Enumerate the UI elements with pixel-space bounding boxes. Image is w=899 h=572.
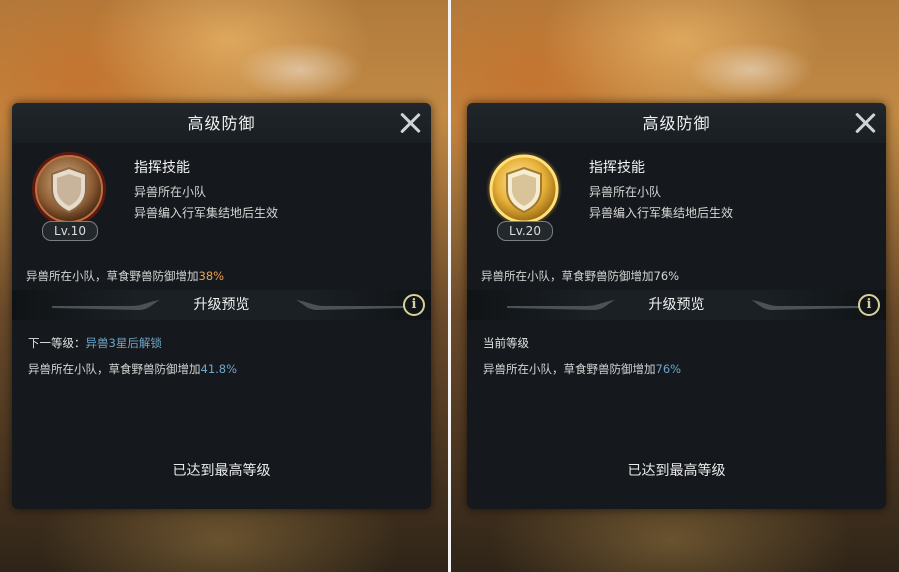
max-level-text: 已达到最高等级 — [627, 463, 726, 479]
current-level-effect: 异兽所在小队，草食野兽防御增加76% — [483, 361, 681, 377]
dialog-header: 高级防御 — [12, 103, 431, 143]
effect-value: 38% — [198, 269, 225, 283]
next-level-label: 下一等级： — [28, 336, 86, 350]
skill-dialog: 高级防御 Lv.20 指挥技能 异兽所在小队 异兽编入行军集结地后生效 异兽所在… — [467, 103, 886, 509]
skill-badge: Lv.20 — [483, 151, 565, 243]
current-effect-text: 异兽所在小队，草食野兽防御增加 — [483, 362, 656, 376]
current-effect: 异兽所在小队，草食野兽防御增加38% — [26, 268, 224, 284]
level-badge: Lv.10 — [42, 221, 98, 241]
skill-scope: 异兽所在小队 — [589, 185, 662, 199]
upgrade-preview-header: 升级预览 i — [467, 290, 886, 320]
skill-badge: Lv.10 — [28, 151, 110, 243]
next-effect-value: 41.8% — [200, 362, 238, 376]
close-icon[interactable] — [852, 110, 878, 136]
next-level-line: 下一等级：异兽3星后解锁 — [28, 335, 162, 351]
shield-icon — [32, 152, 106, 226]
effect-text: 异兽所在小队，草食野兽防御增加 — [481, 269, 654, 283]
current-effect: 异兽所在小队，草食野兽防御增加76% — [481, 268, 679, 284]
dialog-header: 高级防御 — [467, 103, 886, 143]
wing-ornament-right — [296, 300, 404, 310]
upgrade-preview-header: 升级预览 i — [12, 290, 431, 320]
unlock-condition: 异兽3星后解锁 — [85, 336, 162, 350]
skill-scope: 异兽所在小队 — [134, 185, 207, 199]
left-screenshot: 高级防御 Lv.10 指挥技能 异兽所在小队 异兽编入行军集结地后生效 异兽所在… — [0, 0, 448, 572]
dialog-title: 高级防御 — [642, 114, 711, 133]
skill-condition: 异兽编入行军集结地后生效 — [134, 206, 279, 220]
right-screenshot: 高级防御 Lv.20 指挥技能 异兽所在小队 异兽编入行军集结地后生效 异兽所在… — [451, 0, 899, 572]
info-icon[interactable]: i — [858, 294, 880, 316]
next-level-effect: 异兽所在小队，草食野兽防御增加41.8% — [28, 361, 237, 377]
close-icon[interactable] — [397, 110, 423, 136]
skill-type: 指挥技能 — [589, 160, 645, 176]
skill-condition: 异兽编入行军集结地后生效 — [589, 206, 734, 220]
level-badge: Lv.20 — [497, 221, 553, 241]
skill-type: 指挥技能 — [134, 160, 190, 176]
wing-ornament-right — [751, 300, 859, 310]
max-level-text: 已达到最高等级 — [172, 463, 271, 479]
info-icon[interactable]: i — [403, 294, 425, 316]
next-effect-text: 异兽所在小队，草食野兽防御增加 — [28, 362, 201, 376]
shield-icon — [486, 151, 562, 227]
dialog-title: 高级防御 — [187, 114, 256, 133]
skill-dialog: 高级防御 Lv.10 指挥技能 异兽所在小队 异兽编入行军集结地后生效 异兽所在… — [12, 103, 431, 509]
current-level-label: 当前等级 — [483, 336, 529, 350]
effect-value: 76% — [653, 269, 680, 283]
effect-text: 异兽所在小队，草食野兽防御增加 — [26, 269, 199, 283]
current-effect-value: 76% — [655, 362, 682, 376]
